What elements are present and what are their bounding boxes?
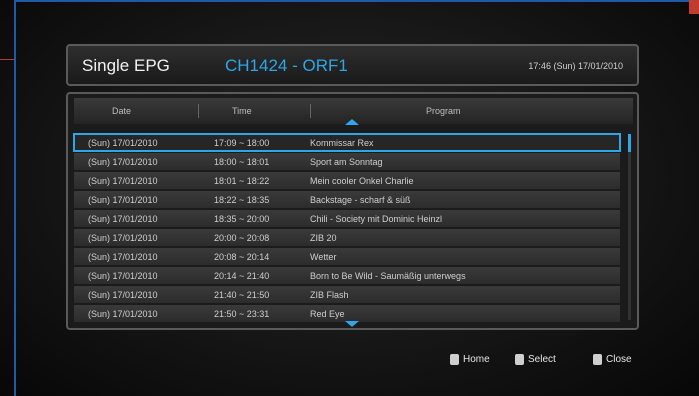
list-item[interactable]: (Sun) 17/01/2010 20:14 ~ 21:40 Born to B…: [74, 267, 620, 284]
select-button[interactable]: Select: [515, 354, 556, 365]
home-button[interactable]: Home: [450, 354, 490, 365]
clock-display: 17:46 (Sun) 17/01/2010: [528, 61, 623, 71]
list-item[interactable]: (Sun) 17/01/2010 17:09 ~ 18:00 Kommissar…: [73, 133, 621, 152]
list-item[interactable]: (Sun) 17/01/2010 18:00 ~ 18:01 Sport am …: [74, 153, 620, 170]
exit-key-icon: [593, 354, 602, 365]
channel-name: CH1424 - ORF1: [225, 56, 348, 75]
column-date: Date: [112, 106, 132, 116]
scrollbar-thumb[interactable]: [628, 134, 631, 152]
list-item[interactable]: (Sun) 17/01/2010 21:40 ~ 21:50 ZIB Flash: [74, 286, 620, 303]
ok-key-icon: [515, 354, 524, 365]
column-program: Program: [426, 106, 461, 116]
screen-frame: Single EPG CH1424 - ORF1 17:46 (Sun) 17/…: [0, 0, 699, 396]
column-time: Time: [232, 106, 252, 116]
list-item[interactable]: (Sun) 17/01/2010 18:22 ~ 18:35 Backstage…: [74, 191, 620, 208]
close-button[interactable]: Close: [593, 354, 632, 365]
epg-list: Date Time Program (Sun) 17/01/2010 17:09…: [66, 92, 639, 330]
column-divider: [198, 104, 199, 118]
scroll-up-arrow-icon[interactable]: [345, 119, 359, 125]
list-item[interactable]: (Sun) 17/01/2010 18:01 ~ 18:22 Mein cool…: [74, 172, 620, 189]
home-key-icon: [450, 354, 459, 365]
frame-corner-accent: [689, 0, 699, 14]
list-item[interactable]: (Sun) 17/01/2010 20:08 ~ 20:14 Wetter: [74, 248, 620, 265]
list-item[interactable]: (Sun) 17/01/2010 21:50 ~ 23:31 Red Eye: [74, 305, 620, 322]
frame-accent-line: [0, 59, 14, 60]
epg-header: Single EPG CH1424 - ORF1 17:46 (Sun) 17/…: [66, 44, 639, 86]
scroll-down-arrow-icon[interactable]: [345, 321, 359, 327]
scrollbar[interactable]: [628, 134, 631, 320]
page-title: Single EPG: [82, 56, 170, 75]
list-item[interactable]: (Sun) 17/01/2010 18:35 ~ 20:00 Chili - S…: [74, 210, 620, 227]
epg-rows: (Sun) 17/01/2010 17:09 ~ 18:00 Kommissar…: [73, 133, 621, 324]
list-item[interactable]: (Sun) 17/01/2010 20:00 ~ 20:08 ZIB 20: [74, 229, 620, 246]
column-divider: [310, 104, 311, 118]
